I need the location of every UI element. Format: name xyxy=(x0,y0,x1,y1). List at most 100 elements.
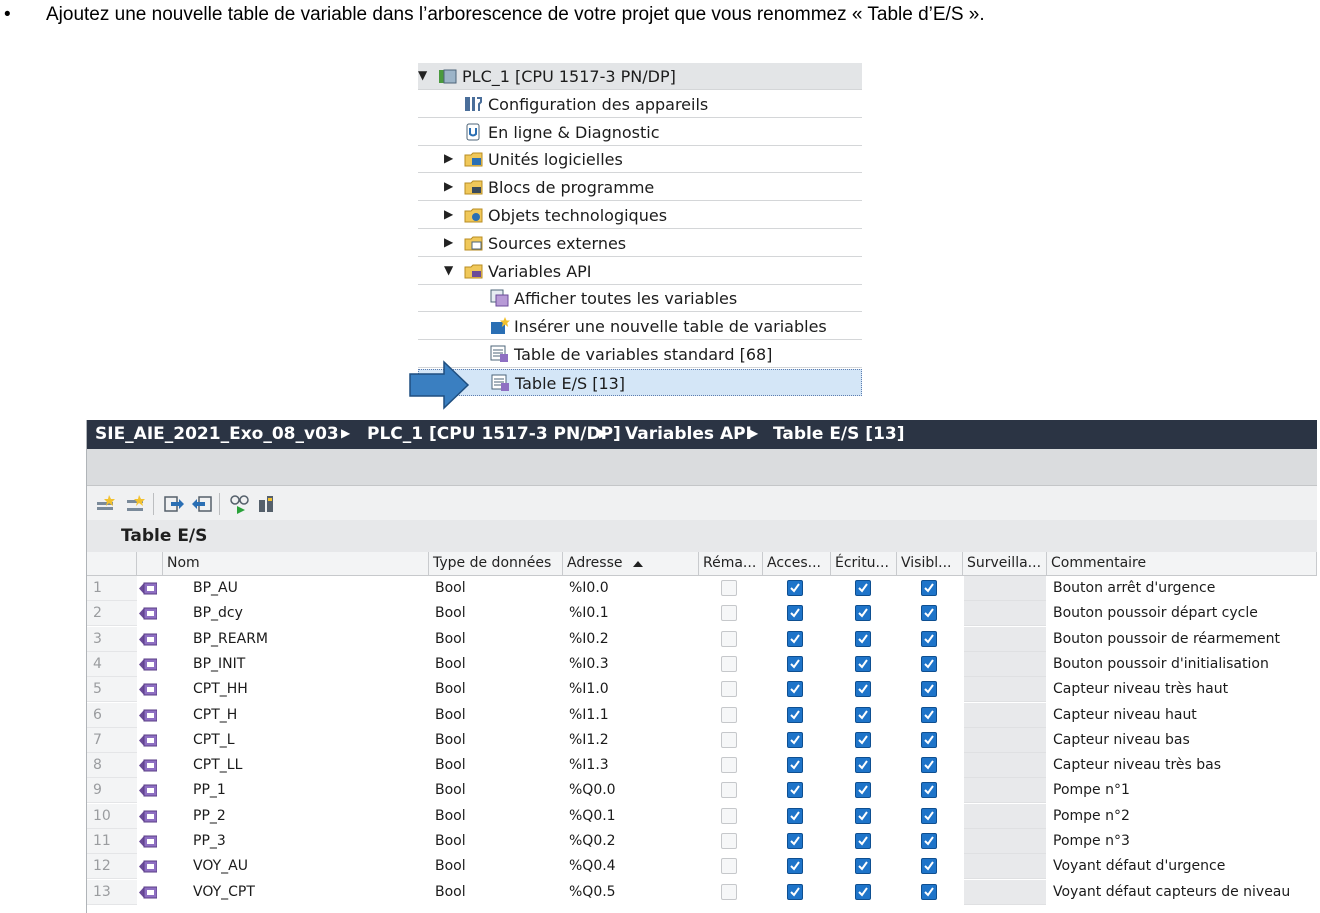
visible-checkbox[interactable] xyxy=(921,580,937,596)
retain-checkbox[interactable] xyxy=(721,580,737,596)
retain-checkbox[interactable] xyxy=(721,858,737,875)
column-header[interactable]: Commentaire xyxy=(1047,552,1317,575)
monitor-icon[interactable] xyxy=(229,494,251,514)
supervision-cell[interactable] xyxy=(964,576,1046,601)
tag-name-cell[interactable]: CPT_H xyxy=(187,703,427,728)
tree-item[interactable]: ▶ Sources externes xyxy=(418,229,862,257)
column-header[interactable]: Réma... xyxy=(699,552,763,575)
accessible-checkbox[interactable] xyxy=(787,757,803,774)
row-number[interactable]: 6 xyxy=(87,702,137,728)
visible-checkbox[interactable] xyxy=(921,757,937,774)
tree-item[interactable]: En ligne & Diagnostic xyxy=(418,118,862,146)
comment-cell[interactable]: Pompe n°3 xyxy=(1047,829,1317,854)
writable-checkbox[interactable] xyxy=(855,630,871,647)
address-cell[interactable]: %I1.0 xyxy=(563,677,693,702)
row-number[interactable]: 13 xyxy=(87,879,137,905)
keep-actual-values-icon[interactable] xyxy=(257,494,279,514)
tree-item[interactable]: Configuration des appareils xyxy=(418,90,862,118)
retain-checkbox[interactable] xyxy=(721,883,737,900)
table-row[interactable]: 5 CPT_HH Bool %I1.0 Capteur niveau très haut xyxy=(87,677,1317,703)
accessible-checkbox[interactable] xyxy=(787,681,803,698)
comment-cell[interactable]: Capteur niveau très bas xyxy=(1047,753,1317,778)
add-row-icon[interactable] xyxy=(95,494,117,514)
comment-cell[interactable]: Bouton arrêt d'urgence xyxy=(1047,576,1317,601)
table-row[interactable]: 2 BP_dcy Bool %I0.1 Bouton poussoir départ c… xyxy=(87,601,1317,627)
tag-name-cell[interactable]: CPT_LL xyxy=(187,753,427,778)
comment-cell[interactable]: Capteur niveau bas xyxy=(1047,728,1317,753)
data-type-cell[interactable]: Bool xyxy=(429,854,557,879)
visible-checkbox[interactable] xyxy=(921,782,937,799)
retain-checkbox[interactable] xyxy=(721,807,737,824)
import-icon[interactable] xyxy=(191,494,213,514)
writable-checkbox[interactable] xyxy=(855,858,871,875)
column-header[interactable]: Acces... xyxy=(763,552,831,575)
address-cell[interactable]: %Q0.4 xyxy=(563,854,693,879)
comment-cell[interactable]: Pompe n°2 xyxy=(1047,804,1317,829)
supervision-cell[interactable] xyxy=(964,803,1046,829)
data-type-cell[interactable]: Bool xyxy=(429,576,557,601)
retain-checkbox[interactable] xyxy=(721,731,737,748)
tree-item[interactable]: ▼ PLC_1 [CPU 1517-3 PN/DP] xyxy=(418,63,862,90)
writable-checkbox[interactable] xyxy=(855,681,871,698)
address-cell[interactable]: %Q0.5 xyxy=(563,880,693,905)
visible-checkbox[interactable] xyxy=(921,807,937,824)
table-row[interactable]: 6 CPT_H Bool %I1.1 Capteur niveau haut xyxy=(87,702,1317,728)
row-number[interactable]: 10 xyxy=(87,803,137,829)
supervision-cell[interactable] xyxy=(964,753,1046,779)
address-cell[interactable]: %I1.2 xyxy=(563,728,693,753)
tag-name-cell[interactable]: BP_AU xyxy=(187,576,427,601)
table-row[interactable]: 10 PP_2 Bool %Q0.1 Pompe n°2 xyxy=(87,803,1317,829)
accessible-checkbox[interactable] xyxy=(787,605,803,622)
supervision-cell[interactable] xyxy=(964,727,1046,753)
column-header[interactable]: Type de données xyxy=(429,552,563,575)
writable-checkbox[interactable] xyxy=(855,883,871,900)
table-row[interactable]: 3 BP_REARM Bool %I0.2 Bouton poussoir de réa… xyxy=(87,626,1317,652)
address-cell[interactable]: %Q0.2 xyxy=(563,829,693,854)
retain-checkbox[interactable] xyxy=(721,706,737,723)
address-cell[interactable]: %I0.3 xyxy=(563,652,693,677)
tag-name-cell[interactable]: BP_INIT xyxy=(187,652,427,677)
column-header[interactable]: Écritu... xyxy=(831,552,897,575)
column-header[interactable]: Adresse xyxy=(563,552,699,575)
table-row[interactable]: 7 CPT_L Bool %I1.2 Capteur niveau bas xyxy=(87,727,1317,753)
collapsed-caret-icon[interactable]: ▶ xyxy=(444,235,456,249)
visible-checkbox[interactable] xyxy=(921,706,937,723)
supervision-cell[interactable] xyxy=(964,651,1046,677)
supervision-cell[interactable] xyxy=(964,702,1046,728)
breadcrumb-tag-table[interactable]: Table E/S [13] xyxy=(773,424,905,444)
table-row[interactable]: 13 VOY_CPT Bool %Q0.5 Voyant défaut capteurs… xyxy=(87,879,1317,905)
writable-checkbox[interactable] xyxy=(855,731,871,748)
table-row[interactable]: 12 VOY_AU Bool %Q0.4 Voyant défaut d'urgence xyxy=(87,854,1317,880)
tag-name-cell[interactable]: CPT_L xyxy=(187,728,427,753)
tag-name-cell[interactable]: VOY_CPT xyxy=(187,880,427,905)
row-number[interactable]: 3 xyxy=(87,626,137,652)
accessible-checkbox[interactable] xyxy=(787,655,803,672)
retain-checkbox[interactable] xyxy=(721,833,737,849)
data-type-cell[interactable]: Bool xyxy=(429,627,557,652)
collapsed-caret-icon[interactable]: ▶ xyxy=(444,151,456,165)
row-number[interactable]: 8 xyxy=(87,753,137,779)
retain-checkbox[interactable] xyxy=(721,757,737,774)
comment-cell[interactable]: Pompe n°1 xyxy=(1047,778,1317,803)
data-type-cell[interactable]: Bool xyxy=(429,804,557,829)
tree-item[interactable]: Table E/S [13] xyxy=(418,368,862,396)
visible-checkbox[interactable] xyxy=(921,858,937,875)
row-number[interactable]: 5 xyxy=(87,677,137,703)
retain-checkbox[interactable] xyxy=(721,655,737,672)
accessible-checkbox[interactable] xyxy=(787,580,803,596)
data-type-cell[interactable]: Bool xyxy=(429,652,557,677)
expanded-caret-icon[interactable]: ▼ xyxy=(418,68,430,82)
supervision-cell[interactable] xyxy=(964,626,1046,652)
supervision-cell[interactable] xyxy=(964,854,1046,880)
row-number[interactable]: 7 xyxy=(87,727,137,753)
table-row[interactable]: 1 BP_AU Bool %I0.0 Bouton arrêt d'urgence xyxy=(87,576,1317,601)
comment-cell[interactable]: Capteur niveau très haut xyxy=(1047,677,1317,702)
accessible-checkbox[interactable] xyxy=(787,630,803,647)
row-number[interactable]: 4 xyxy=(87,651,137,677)
column-header[interactable]: Surveilla... xyxy=(963,552,1047,575)
writable-checkbox[interactable] xyxy=(855,807,871,824)
accessible-checkbox[interactable] xyxy=(787,807,803,824)
accessible-checkbox[interactable] xyxy=(787,731,803,748)
row-number[interactable]: 12 xyxy=(87,854,137,880)
collapsed-caret-icon[interactable]: ▶ xyxy=(444,207,456,221)
